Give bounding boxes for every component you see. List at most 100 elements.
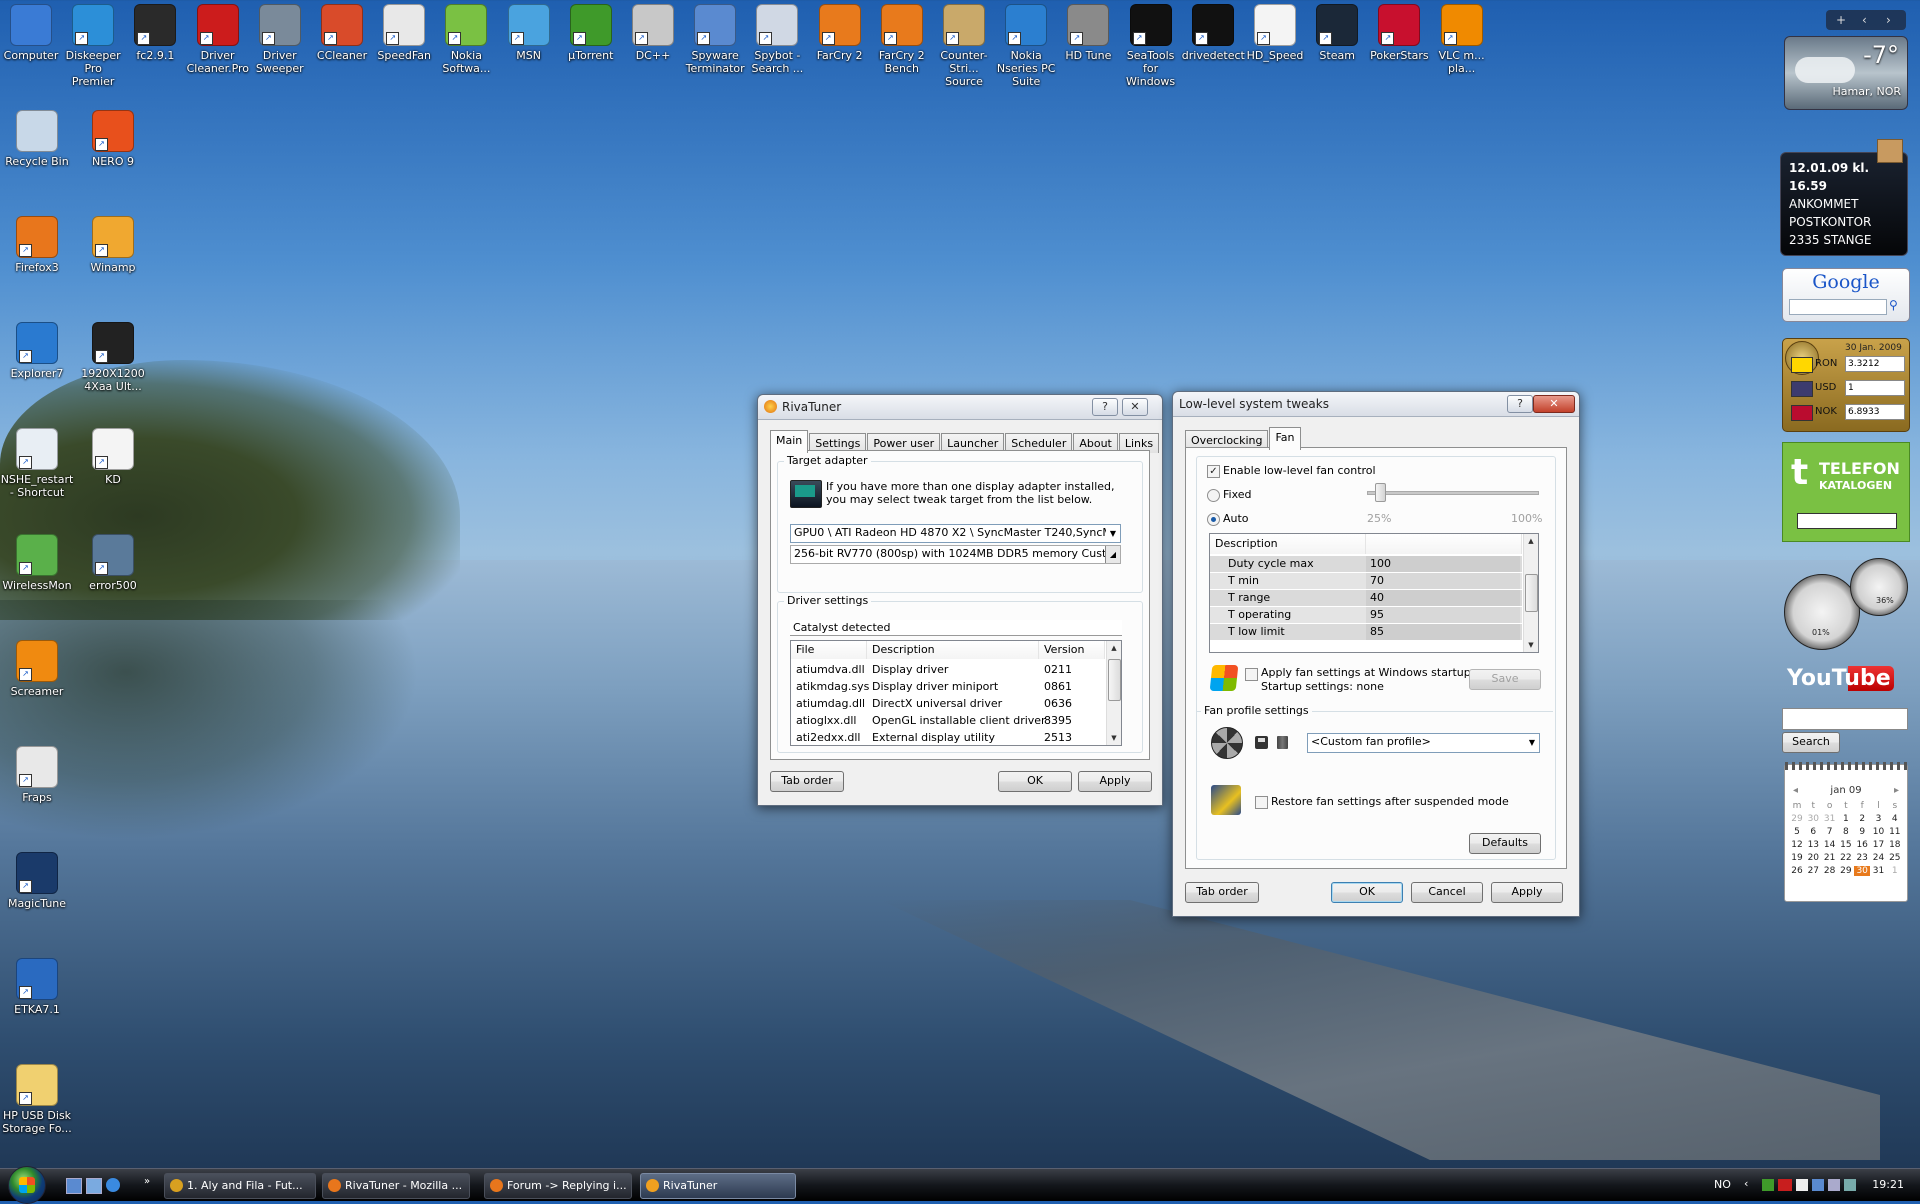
table-row[interactable]: T operating 95 [1210, 607, 1522, 623]
desktop-icon[interactable]: ↗ Steam [1306, 4, 1368, 62]
calendar-day[interactable]: 4 [1887, 814, 1903, 824]
desktop-icon[interactable]: ↗ ETKA7.1 [0, 958, 74, 1016]
fixed-radio[interactable] [1207, 489, 1220, 502]
network-tray-icon[interactable] [1812, 1179, 1824, 1191]
youtube-search-input[interactable] [1782, 708, 1908, 730]
weather-gadget[interactable]: -7° Hamar, NOR [1784, 36, 1908, 110]
desktop-icon[interactable]: ↗ 1920X1200 4Xaa Ult... [76, 322, 150, 393]
currency-value[interactable]: 1 [1845, 380, 1905, 396]
desktop-icon[interactable]: Computer [0, 4, 62, 62]
next-gadget-icon[interactable]: › [1886, 10, 1891, 30]
ok-button[interactable]: OK [1331, 882, 1403, 903]
desktop-icon[interactable]: ↗ NSHE_restart - Shortcut [0, 428, 74, 499]
col-description[interactable]: Description [1210, 534, 1366, 554]
close-button[interactable]: ✕ [1533, 395, 1575, 413]
calendar-day[interactable]: 1 [1887, 866, 1903, 876]
desktop-icon[interactable]: ↗ MSN [498, 4, 560, 62]
desktop-icon[interactable]: ↗ WirelessMon [0, 534, 74, 592]
calendar-day[interactable]: 13 [1805, 840, 1821, 850]
adapter-select[interactable]: GPU0 \ ATI Radeon HD 4870 X2 \ SyncMaste… [790, 524, 1121, 543]
scroll-thumb[interactable] [1108, 659, 1121, 701]
help-button[interactable]: ? [1507, 395, 1533, 413]
desktop-icon[interactable]: ↗ CCleaner [311, 4, 373, 62]
switch-windows-icon[interactable] [86, 1178, 102, 1194]
calendar-day[interactable]: 28 [1822, 866, 1838, 876]
scroll-up-icon[interactable]: ▲ [1107, 641, 1121, 655]
calendar-day[interactable]: 3 [1871, 814, 1887, 824]
calendar-day[interactable]: 31 [1871, 866, 1887, 876]
col-value[interactable] [1366, 534, 1522, 554]
calendar-day[interactable]: 2 [1854, 814, 1870, 824]
search-icon[interactable]: ⚲ [1889, 298, 1903, 314]
tab-fan[interactable]: Fan [1269, 427, 1301, 450]
desktop-icon[interactable]: ↗ HP USB Disk Storage Fo... [0, 1064, 74, 1135]
slider-thumb[interactable] [1375, 483, 1386, 502]
calendar-day[interactable]: 10 [1871, 827, 1887, 837]
calendar-day[interactable]: 23 [1854, 853, 1870, 863]
desktop-icon[interactable]: ↗ Counter-Stri... Source [933, 4, 995, 88]
desktop-icon[interactable]: ↗ Firefox3 [0, 216, 74, 274]
table-row[interactable]: Duty cycle max 100 [1210, 556, 1522, 572]
calendar-day[interactable]: 26 [1789, 866, 1805, 876]
desktop-icon[interactable]: ↗ Nokia Softwa... [435, 4, 497, 75]
apply-startup-checkbox[interactable] [1245, 668, 1258, 681]
desktop-icon[interactable]: ↗ DC++ [622, 4, 684, 62]
calendar-day[interactable]: 27 [1805, 866, 1821, 876]
next-month-icon[interactable]: ▸ [1894, 785, 1899, 796]
desktop-icon[interactable]: ↗ FarCry 2 [809, 4, 871, 62]
calendar-day[interactable]: 22 [1838, 853, 1854, 863]
customize-icon[interactable]: ◢ [1105, 546, 1120, 563]
taskbar-item[interactable]: Forum -> Replying i... [484, 1173, 632, 1199]
taskbar-clock[interactable]: 19:21 [1872, 1178, 1904, 1191]
currency-value[interactable]: 3.3212 [1845, 356, 1905, 372]
desktop-icon[interactable]: ↗ Driver Cleaner.Pro [187, 4, 249, 75]
calendar-day[interactable]: 12 [1789, 840, 1805, 850]
cancel-button[interactable]: Cancel [1411, 882, 1483, 903]
calendar-day[interactable]: 14 [1822, 840, 1838, 850]
param-table-scrollbar[interactable]: ▲ ▼ [1523, 534, 1538, 652]
help-button[interactable]: ? [1092, 398, 1118, 416]
calendar-day[interactable]: 15 [1838, 840, 1854, 850]
calendar-day[interactable]: 29 [1838, 866, 1854, 876]
restore-checkbox[interactable] [1255, 796, 1268, 809]
driver-list[interactable]: File Description Version ▲ ▼ atiumdva.dl… [790, 640, 1122, 746]
desktop-icon[interactable]: ↗ MagicTune [0, 852, 74, 910]
desktop-icon[interactable]: ↗ Spyware Terminator [684, 4, 746, 75]
col-description[interactable]: Description [867, 641, 1039, 659]
calendar-day[interactable]: 17 [1871, 840, 1887, 850]
desktop-icon[interactable]: ↗ Spybot - Search ... [746, 4, 808, 75]
tray-expand-icon[interactable]: ‹ [1744, 1177, 1748, 1190]
desktop-icon[interactable]: ↗ VLC m... pla... [1431, 4, 1493, 75]
tweaks-titlebar[interactable]: Low-level system tweaks ? ✕ [1173, 392, 1579, 417]
taskbar-item[interactable]: 1. Aly and Fila - Fut... [164, 1173, 316, 1199]
desktop-icon[interactable]: ↗ µTorrent [560, 4, 622, 62]
desktop-icon[interactable]: ↗ Winamp [76, 216, 150, 274]
ati-tray-icon[interactable] [1778, 1179, 1792, 1191]
calendar-day[interactable]: 11 [1887, 827, 1903, 837]
utorrent-tray-icon[interactable] [1762, 1179, 1774, 1191]
calendar-day[interactable]: 6 [1805, 827, 1821, 837]
calendar-day[interactable]: 30 [1854, 866, 1871, 876]
scroll-down-icon[interactable]: ▼ [1524, 638, 1538, 652]
calendar-day[interactable]: 24 [1871, 853, 1887, 863]
enable-fan-checkbox[interactable]: ✓ [1207, 465, 1220, 478]
currency-value[interactable]: 6.8933 [1845, 404, 1905, 420]
tab-order-button[interactable]: Tab order [1185, 882, 1259, 903]
desktop-icon[interactable]: ↗ Explorer7 [0, 322, 74, 380]
save-profile-icon[interactable] [1255, 736, 1268, 749]
table-row[interactable]: T low limit 85 [1210, 624, 1522, 640]
calendar-day[interactable]: 30 [1805, 814, 1821, 824]
fan-profile-select[interactable]: <Custom fan profile> ▼ [1307, 733, 1540, 753]
save-button[interactable]: Save [1469, 669, 1541, 690]
calendar-day[interactable]: 19 [1789, 853, 1805, 863]
desktop-icon[interactable]: ↗ KD [76, 428, 150, 486]
desktop-icon[interactable]: ↗ SpeedFan [373, 4, 435, 62]
calendar-day[interactable]: 31 [1822, 814, 1838, 824]
apply-button[interactable]: Apply [1491, 882, 1563, 903]
desktop-icon[interactable]: ↗ PokerStars [1368, 4, 1430, 62]
delete-profile-icon[interactable] [1277, 736, 1288, 749]
youtube-search-button[interactable]: Search [1782, 732, 1840, 753]
col-version[interactable]: Version [1039, 641, 1105, 659]
calendar-day[interactable]: 7 [1822, 827, 1838, 837]
desktop-icon[interactable]: Recycle Bin [0, 110, 74, 168]
